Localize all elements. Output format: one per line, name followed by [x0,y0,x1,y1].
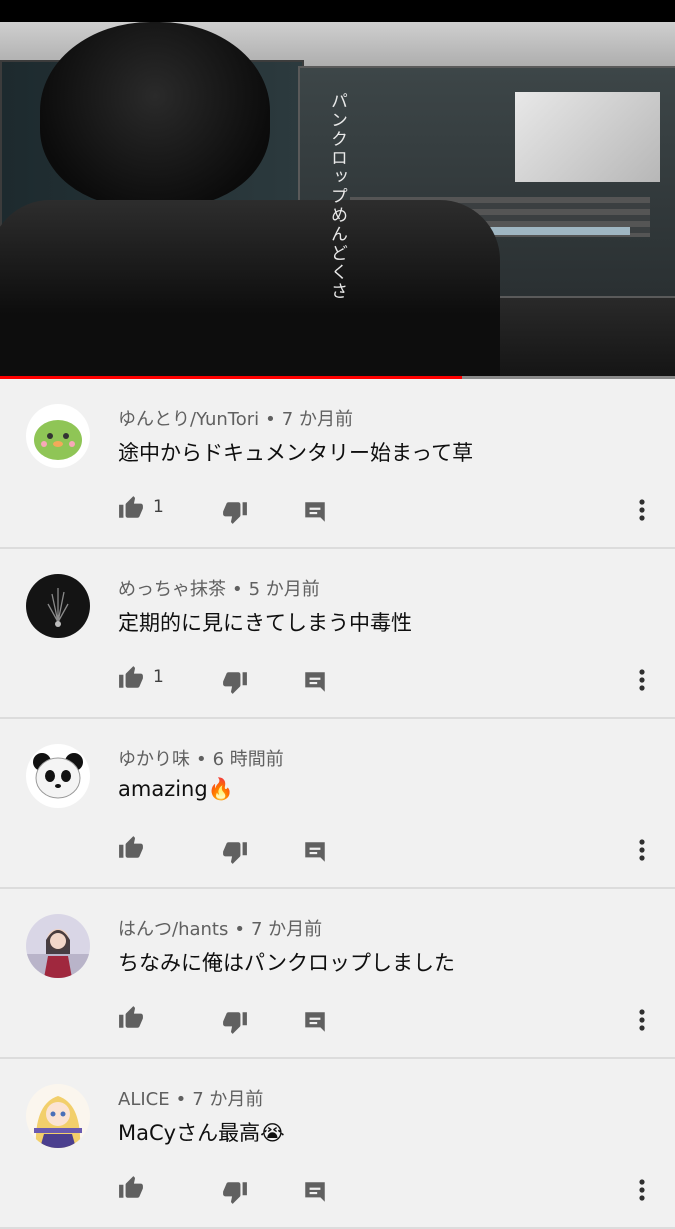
dislike-button[interactable] [222,667,248,697]
comment-author[interactable]: はんつ/hants [118,919,228,940]
comment-text: MaCyさん最高😭 [118,1121,285,1145]
reply-button[interactable] [302,667,328,697]
dislike-button[interactable] [222,837,248,867]
avatar[interactable] [26,914,90,978]
reply-button[interactable] [302,1007,328,1037]
video-preview-window [515,92,660,182]
thumbs-down-icon [223,502,247,524]
like-button[interactable] [118,833,144,863]
comment-actions [118,833,658,865]
thumbs-down-icon [223,1182,247,1204]
comment-item: めっちゃ抹茶 • 5 か月前 定期的に見にきてしまう中毒性 1 [0,549,675,719]
avatar[interactable] [26,404,90,468]
comment-actions: 1 [118,493,658,525]
like-button[interactable]: 1 [118,493,164,523]
like-count: 1 [153,497,164,517]
comment-time: 5 か月前 [248,579,320,600]
comment-item: ALICE • 7 か月前 MaCyさん最高😭 [0,1059,675,1229]
comment-actions [118,1173,658,1205]
comment-meta: ゆかり味 • 6 時間前 [118,749,284,770]
thumbs-up-icon [119,666,143,688]
thumbs-down-icon [223,672,247,694]
video-chair [0,200,500,376]
comment-item: はんつ/hants • 7 か月前 ちなみに俺はパンクロップしました [0,889,675,1059]
comment-author[interactable]: ゆんとり/YunTori [118,409,259,430]
dislike-button[interactable] [222,1177,248,1207]
comment-meta: めっちゃ抹茶 • 5 か月前 [118,579,320,600]
comment-time: 7 か月前 [192,1089,264,1110]
comment-author[interactable]: めっちゃ抹茶 [118,579,226,600]
comment-text: ちなみに俺はパンクロップしました [118,951,456,975]
like-button[interactable]: 1 [118,663,164,693]
comment-list: ゆんとり/YunTori•7 か月前 途中からドキュメンタリー始まって草 1 [0,379,675,1229]
more-vert-icon [639,1179,645,1201]
comment-author[interactable]: ゆかり味 [118,749,190,770]
video-overlay-caption: パンクロップめんどくさ [327,92,347,301]
thumbs-down-icon [223,842,247,864]
avatar[interactable] [26,744,90,808]
comment-icon [305,1182,325,1202]
avatar[interactable] [26,1084,90,1148]
comment-icon [305,502,325,522]
comment-actions [118,1003,658,1035]
more-options-button[interactable] [636,1005,648,1035]
like-count: 1 [153,667,164,687]
video-person-head [40,22,270,207]
thumbs-up-icon [119,1176,143,1198]
more-vert-icon [639,499,645,521]
comment-icon [305,672,325,692]
reply-button[interactable] [302,1177,328,1207]
comment-item: ゆんとり/YunTori • 7 か月前 途中からドキュメンタリー始まって草 1 [0,379,675,549]
dislike-button[interactable] [222,1007,248,1037]
comment-time: 6 時間前 [212,749,284,770]
thumbs-down-icon [223,1012,247,1034]
comment-text: amazing🔥 [118,777,234,801]
thumbs-up-icon [119,496,143,518]
more-vert-icon [639,1009,645,1031]
like-button[interactable] [118,1173,144,1203]
comment-author[interactable]: ALICE [118,1089,170,1110]
more-vert-icon [639,839,645,861]
reply-button[interactable] [302,837,328,867]
reply-button[interactable] [302,497,328,527]
comment-item: ゆかり味 • 6 時間前 amazing🔥 [0,719,675,889]
more-vert-icon [639,669,645,691]
like-button[interactable] [118,1003,144,1033]
more-options-button[interactable] [636,665,648,695]
more-options-button[interactable] [636,495,648,525]
thumbs-up-icon [119,836,143,858]
thumbs-up-icon [119,1006,143,1028]
comment-actions: 1 [118,663,658,695]
comment-time: 7 か月前 [250,919,323,940]
more-options-button[interactable] [636,835,648,865]
comment-meta: ゆんとり/YunTori • 7 か月前 [118,409,353,430]
dislike-button[interactable] [222,497,248,527]
more-options-button[interactable] [636,1175,648,1205]
comment-text: 途中からドキュメンタリー始まって草 [118,441,474,465]
comment-time: 7 か月前 [281,409,353,430]
comment-meta: はんつ/hants • 7 か月前 [118,919,323,940]
avatar[interactable] [26,574,90,638]
comment-text: 定期的に見にきてしまう中毒性 [118,611,412,635]
video-player[interactable]: パンクロップめんどくさ [0,22,675,376]
status-bar [0,0,675,22]
comment-meta: ALICE • 7 か月前 [118,1089,264,1110]
comment-icon [305,1012,325,1032]
comment-icon [305,842,325,862]
